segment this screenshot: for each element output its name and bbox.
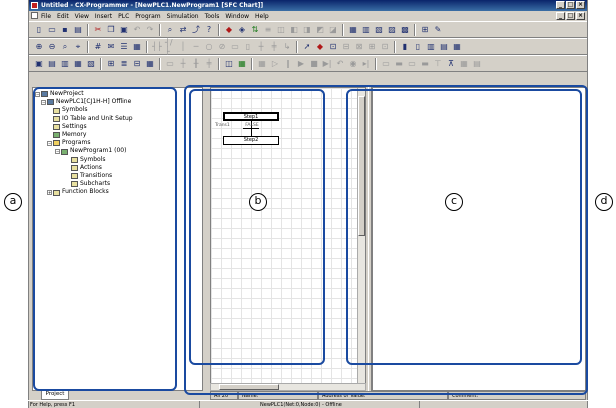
status-mode: NewPLC1(Net:0,Node:0) - Offline — [200, 401, 420, 408]
callout-box-d — [184, 85, 588, 395]
callout-label-d: d — [595, 193, 613, 211]
callout-label-c: c — [445, 193, 463, 211]
status-help: For Help, press F1 — [30, 401, 200, 408]
callout-label-b: b — [249, 193, 267, 211]
callout-label-a: a — [4, 193, 22, 211]
project-tab[interactable]: Project — [41, 390, 69, 400]
callout-box-a — [33, 87, 177, 391]
status-bar: For Help, press F1 NewPLC1(Net:0,Node:0)… — [28, 400, 588, 408]
